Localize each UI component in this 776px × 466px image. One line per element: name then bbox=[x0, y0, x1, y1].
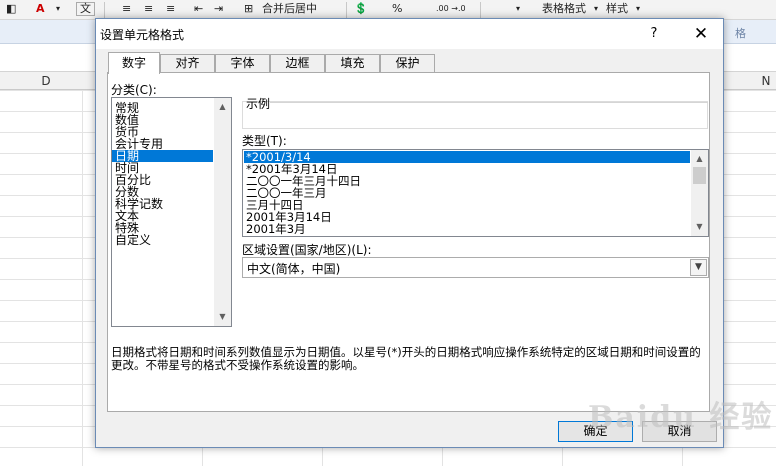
tab-fill[interactable]: 填充 bbox=[325, 54, 380, 73]
dialog-title: 设置单元格格式 bbox=[100, 28, 185, 42]
sample-divider bbox=[270, 102, 708, 103]
align-right-icon[interactable]: ≡ bbox=[166, 2, 175, 16]
tab-protection[interactable]: 保护 bbox=[380, 54, 435, 73]
type-scrollbar[interactable]: ▲ ▼ bbox=[691, 150, 708, 236]
tab-alignment[interactable]: 对齐 bbox=[160, 54, 215, 73]
locale-select[interactable]: 中文(简体，中国) ▼ bbox=[242, 257, 709, 278]
sample-box bbox=[242, 101, 708, 129]
scroll-up-icon[interactable]: ▲ bbox=[214, 100, 231, 114]
type-item[interactable]: 2001年3月14日 bbox=[244, 211, 690, 223]
tab-number[interactable]: 数字 bbox=[108, 52, 160, 74]
chevron-down-icon[interactable]: ▾ bbox=[594, 2, 598, 16]
dialog-titlebar[interactable]: 设置单元格格式 ? ✕ bbox=[96, 19, 723, 49]
category-label: 分类(C): bbox=[111, 83, 157, 97]
table-format-button[interactable]: 表格格式 bbox=[542, 2, 586, 16]
type-label: 类型(T): bbox=[242, 134, 287, 148]
help-button[interactable]: ? bbox=[639, 22, 669, 46]
tab-font[interactable]: 字体 bbox=[215, 54, 270, 73]
indent-decrease-icon[interactable]: ⇤ bbox=[194, 2, 203, 16]
type-item[interactable]: 二〇〇一年三月 bbox=[244, 187, 690, 199]
align-center-icon[interactable]: ≡ bbox=[144, 2, 153, 16]
category-scrollbar[interactable]: ▲ ▼ bbox=[214, 98, 231, 326]
type-listbox[interactable]: *2001/3/14 *2001年3月14日 二〇〇一年三月十四日 二〇〇一年三… bbox=[242, 149, 709, 237]
format-cells-dialog: 设置单元格格式 ? ✕ 数字 对齐 字体 边框 填充 保护 分类(C): 常规 … bbox=[95, 18, 724, 448]
column-header-n[interactable]: N bbox=[728, 72, 776, 90]
close-icon[interactable]: ✕ bbox=[686, 22, 716, 46]
align-left-icon[interactable]: ≡ bbox=[122, 2, 131, 16]
chevron-down-icon[interactable]: ▾ bbox=[516, 2, 520, 16]
font-color-button[interactable]: A bbox=[36, 2, 45, 16]
sample-label: 示例 bbox=[246, 97, 271, 111]
indent-increase-icon[interactable]: ⇥ bbox=[214, 2, 223, 16]
category-listbox[interactable]: 常规 数值 货币 会计专用 日期 时间 百分比 分数 科学记数 文本 特殊 自定… bbox=[111, 97, 232, 327]
percent-button[interactable]: % bbox=[392, 2, 402, 16]
phonetic-button[interactable]: 文 bbox=[76, 2, 95, 16]
format-description: 日期格式将日期和时间系列数值显示为日期值。以星号(*)开头的日期格式响应操作系统… bbox=[111, 345, 701, 372]
ribbon-group-label: 格 bbox=[735, 27, 746, 40]
column-header-d[interactable]: D bbox=[8, 72, 84, 90]
type-item[interactable]: 2001年3月 bbox=[244, 223, 690, 235]
number-tab-panel: 分类(C): 常规 数值 货币 会计专用 日期 时间 百分比 分数 科学记数 文… bbox=[107, 72, 710, 412]
locale-label: 区域设置(国家/地区)(L): bbox=[242, 243, 372, 257]
scroll-down-icon[interactable]: ▼ bbox=[214, 310, 231, 324]
watermark-logo: Baidu 经验 bbox=[588, 400, 774, 435]
merge-center-button[interactable]: 合并后居中 bbox=[262, 2, 317, 16]
scroll-up-icon[interactable]: ▲ bbox=[691, 152, 708, 166]
decimal-button[interactable]: .00 →.0 bbox=[436, 2, 466, 16]
currency-icon[interactable]: 💲 bbox=[354, 2, 368, 16]
scroll-thumb[interactable] bbox=[693, 167, 706, 184]
tab-border[interactable]: 边框 bbox=[270, 54, 325, 73]
cell-style-button[interactable]: 样式 bbox=[606, 2, 628, 16]
scroll-down-icon[interactable]: ▼ bbox=[691, 220, 708, 234]
chevron-down-icon[interactable]: ▾ bbox=[636, 2, 640, 16]
locale-value: 中文(简体，中国) bbox=[247, 262, 341, 276]
fill-color-icon[interactable]: ◧ bbox=[6, 2, 16, 16]
merge-center-icon[interactable]: ⊞ bbox=[244, 2, 253, 16]
chevron-down-icon[interactable]: ▼ bbox=[690, 259, 707, 276]
ribbon-toolbar: ◧ A ▾ 文 ≡ ≡ ≡ ⇤ ⇥ ⊞ 合并后居中 💲 % .00 →.0 ▾ … bbox=[0, 0, 776, 20]
chevron-down-icon[interactable]: ▾ bbox=[56, 2, 60, 16]
category-item-custom[interactable]: 自定义 bbox=[112, 234, 213, 246]
